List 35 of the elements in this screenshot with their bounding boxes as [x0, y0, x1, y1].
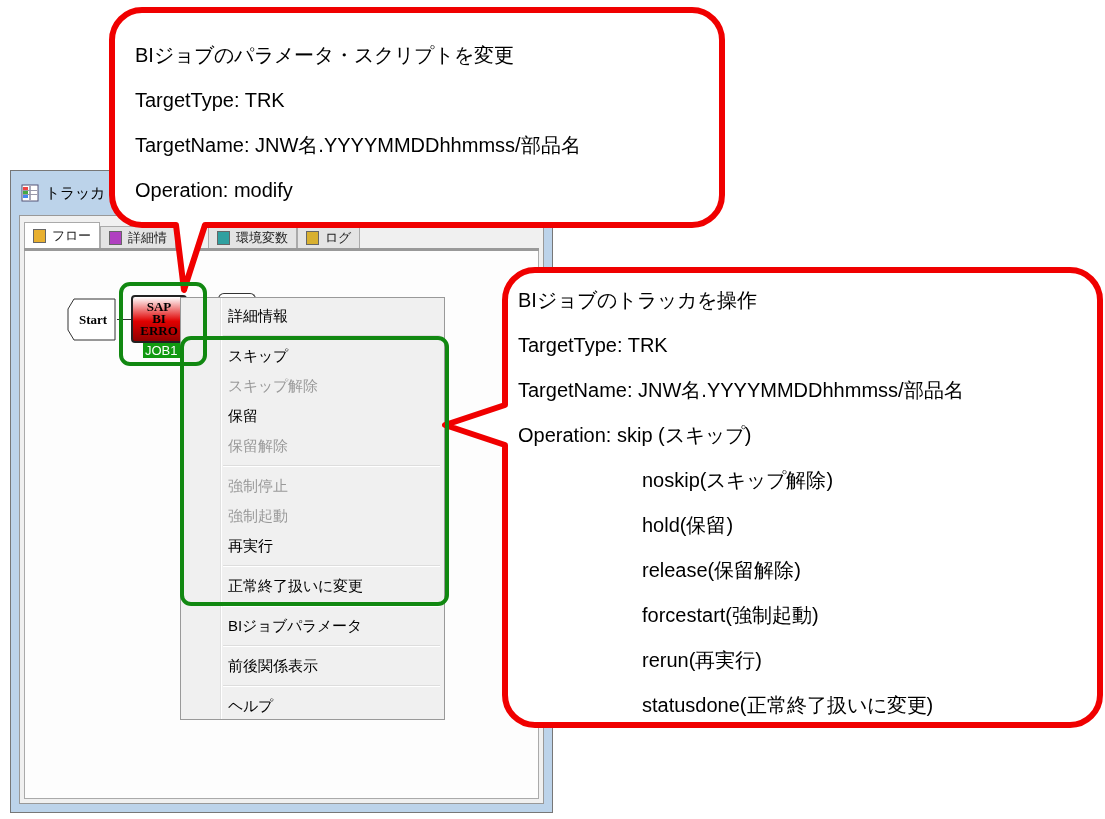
callout-text: release(保留解除)	[641, 558, 802, 583]
connector-line	[117, 319, 132, 320]
menu-item[interactable]: 再実行	[181, 531, 444, 561]
tab[interactable]: 詳細情	[100, 226, 176, 248]
callout-text: TargetName: JNW名.YYYYMMDDhhmmss/部品名	[135, 133, 581, 158]
window-title: トラッカ	[45, 183, 105, 203]
menu-item[interactable]: スキップ	[181, 341, 444, 371]
menu-item[interactable]: 正常終了扱いに変更	[181, 571, 444, 601]
callout-text: TargetType: TRK	[518, 333, 669, 358]
menu-item[interactable]: ヘルプ	[181, 691, 444, 721]
callout-text: forcestart(強制起動)	[641, 603, 820, 628]
job-node[interactable]: SAP BI ERRO	[131, 295, 187, 343]
start-node: Start	[67, 298, 117, 341]
tab[interactable]: フロー	[24, 222, 100, 248]
callout-text: rerun(再実行)	[641, 648, 763, 673]
callout-text: TargetName: JNW名.YYYYMMDDhhmmss/部品名	[518, 378, 964, 403]
callout-text: BIジョブのパラメータ・スクリプトを変更	[135, 43, 515, 68]
tab-icon	[109, 230, 122, 245]
tab-icon	[33, 228, 46, 243]
callout-text: Operation: modify	[135, 178, 294, 203]
callout-text: Operation: skip (スキップ)	[518, 423, 753, 448]
job-label[interactable]: JOB1	[143, 343, 180, 358]
tab[interactable]: ログ	[297, 226, 360, 248]
menu-item[interactable]: 前後関係表示	[181, 651, 444, 681]
callout-text: BIジョブのトラッカを操作	[518, 288, 758, 313]
menu-item[interactable]: 保留	[181, 401, 444, 431]
callout-text: TargetType: TRK	[135, 88, 286, 113]
tab[interactable]: 環境変数	[208, 226, 297, 248]
tab-icon	[306, 230, 319, 245]
menu-item[interactable]: BIジョブパラメータ	[181, 611, 444, 641]
table-icon	[21, 184, 39, 202]
callout-text: hold(保留)	[641, 513, 735, 538]
callout-text: statusdone(正常終了扱いに変更)	[641, 693, 935, 718]
callout-text: noskip(スキップ解除)	[641, 468, 835, 493]
tab-icon	[217, 230, 230, 245]
